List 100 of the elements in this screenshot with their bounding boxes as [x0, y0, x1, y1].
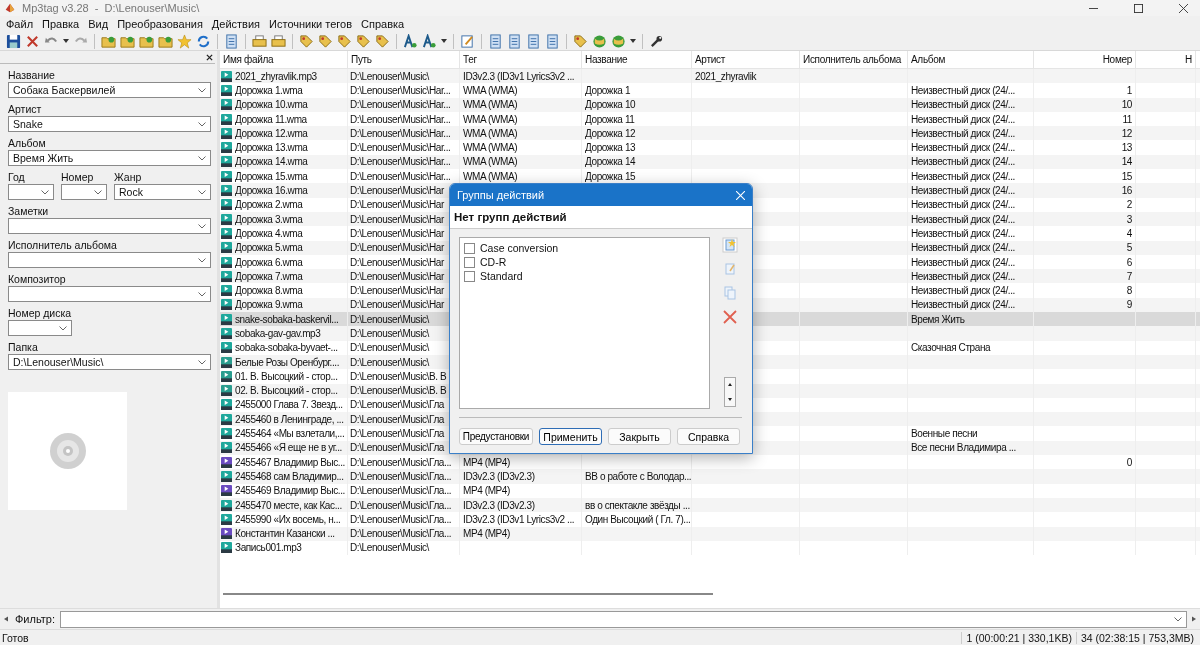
table-cell: Сказочная Страна — [911, 342, 991, 354]
table-cell: Неизвестный диск (24/... — [911, 99, 1015, 111]
table-cell: 12 — [1121, 127, 1132, 139]
table-cell: sobaka-sobaka-byvaet-... — [235, 342, 338, 354]
table-cell: MP4 (MP4) — [463, 456, 510, 468]
field-label: Жанр — [114, 171, 143, 184]
table-cell: 01. В. Высоцкий - стор... — [235, 370, 338, 382]
table-cell: Неизвестный диск (24/... — [911, 113, 1015, 125]
selection-info: 1 (00:00:21 | 330,1KB) — [961, 631, 1076, 644]
table-cell: snake-sobaka-baskervil... — [235, 313, 339, 325]
field-label: Исполнитель альбома — [8, 239, 118, 252]
table-cell: Дорожка 10.wma — [235, 99, 308, 111]
table-cell: 4 — [1126, 227, 1132, 239]
window-title: Mp3tag v3.28 - D:\Lenouser\Music\ — [22, 2, 200, 14]
table-cell: 2455470 месте, как Кас... — [235, 499, 342, 511]
table-cell: Дорожка 1.wma — [235, 84, 303, 96]
table-cell: Неизвестный диск (24/... — [911, 84, 1015, 96]
table-cell: Неизвестный диск (24/... — [911, 199, 1015, 211]
table-cell: MP4 (MP4) — [463, 485, 510, 497]
table-cell: 10 — [1121, 99, 1132, 111]
table-cell: Неизвестный диск (24/... — [911, 256, 1015, 268]
total-info: 34 (02:38:15 | 753,3MB) — [1075, 631, 1198, 644]
table-cell: 15 — [1121, 170, 1132, 182]
table-cell: D:\Lenouser\Music\Гла — [350, 442, 444, 454]
field-label: Папка — [8, 341, 39, 354]
table-cell: 02. В. Высоцкий - стор... — [235, 385, 338, 397]
table-cell: D:\Lenouser\Music\Har — [350, 199, 444, 211]
table-cell: D:\Lenouser\Music\ — [350, 313, 429, 325]
table-cell: 6 — [1126, 256, 1132, 268]
field-label: Заметки — [8, 205, 50, 218]
table-cell: WMA (WMA) — [463, 127, 518, 139]
table-cell: ВВ о работе с Володар... — [585, 470, 691, 482]
table-cell: 2455990 «Их восемь, н... — [235, 513, 341, 525]
field-label: Композитор — [8, 273, 67, 286]
table-cell: 2455467 Владимир Выс... — [235, 456, 345, 468]
table-cell: Неизвестный диск (24/... — [911, 299, 1015, 311]
table-cell: 2 — [1126, 199, 1132, 211]
table-cell: Дорожка 14.wma — [235, 156, 308, 168]
table-cell: D:\Lenouser\Music\ — [350, 542, 429, 554]
table-cell: 8 — [1126, 285, 1132, 297]
table-cell: 13 — [1121, 142, 1132, 154]
table-cell: D:\Lenouser\Music\Har... — [350, 84, 451, 96]
table-cell: Дорожка 11 — [585, 113, 635, 125]
table-cell: D:\Lenouser\Music\Har — [350, 213, 444, 225]
table-cell: Неизвестный диск (24/... — [911, 127, 1015, 139]
table-cell: D:\Lenouser\Music\ — [350, 356, 429, 368]
table-cell: Дорожка 12.wma — [235, 127, 308, 139]
table-cell: D:\Lenouser\Music\Har... — [350, 113, 451, 125]
table-cell: Дорожка 9.wma — [235, 299, 303, 311]
table-cell: D:\Lenouser\Music\Гла... — [350, 499, 452, 511]
table-cell: Неизвестный диск (24/... — [911, 285, 1015, 297]
table-cell: Константин Казански ... — [235, 528, 335, 540]
table-cell: 7 — [1126, 270, 1132, 282]
table-cell: sobaka-gav-gav.mp3 — [235, 328, 321, 339]
table-cell: Белые Розы Оренбург.... — [235, 356, 340, 368]
table-cell: Военные песни — [911, 428, 978, 440]
table-cell: ID3v2.3 (ID3v2.3) — [463, 470, 535, 482]
table-cell: 2455464 «Мы взлетали,... — [235, 428, 345, 440]
table-cell: Неизвестный диск (24/... — [911, 242, 1015, 254]
table-cell: D:\Lenouser\Music\Har — [350, 256, 444, 268]
table-cell: D:\Lenouser\Music\Har — [350, 227, 444, 239]
table-cell: Дорожка 2.wma — [235, 199, 303, 211]
table-cell: Дорожка 1 — [585, 84, 631, 96]
table-cell: D:\Lenouser\Music\Har — [350, 185, 444, 196]
table-cell: 2455466 «Я еще не в уг... — [235, 442, 342, 454]
table-cell: Неизвестный диск (24/... — [911, 270, 1015, 282]
table-cell: 9 — [1126, 299, 1132, 311]
table-cell: Все песни Владимира ... — [911, 442, 1016, 454]
table-cell: D:\Lenouser\Music\ — [350, 70, 429, 82]
table-cell: Дорожка 11.wma — [235, 113, 307, 125]
table-cell: Время Жить — [911, 313, 965, 325]
table-cell: 2455468 сам Владимир... — [235, 470, 344, 482]
table-cell: ID3v2.3 (ID3v2.3) — [463, 499, 535, 511]
table-cell: D:\Lenouser\Music\Har... — [350, 156, 451, 168]
table-cell: Дорожка 7.wma — [235, 270, 303, 282]
table-cell: Дорожка 6.wma — [235, 256, 303, 268]
table-cell: Дорожка 13 — [585, 142, 636, 154]
table-cell: Дорожка 15.wma — [235, 170, 308, 182]
field-label: Номер — [61, 171, 95, 184]
table-cell: D:\Lenouser\Music\Гла — [350, 413, 444, 425]
table-cell: D:\Lenouser\Music\Har... — [350, 127, 451, 139]
table-cell: вв о спектакле звёзды ... — [585, 499, 690, 511]
table-cell: Неизвестный диск (24/... — [911, 142, 1015, 154]
table-cell: Дорожка 10 — [585, 99, 636, 111]
table-cell: 2455469 Владимир Выс... — [235, 485, 345, 497]
table-cell: D:\Lenouser\Music\Гла — [350, 428, 444, 440]
table-cell: D:\Lenouser\Music\Har... — [350, 99, 451, 111]
table-cell: 3 — [1126, 213, 1132, 225]
table-cell: D:\Lenouser\Music\Гла... — [350, 513, 452, 525]
field-label: Название — [8, 69, 56, 82]
table-cell: D:\Lenouser\Music\Har... — [350, 142, 451, 154]
table-cell: 14 — [1121, 156, 1132, 168]
field-label: Номер диска — [8, 307, 72, 320]
table-cell: WMA (WMA) — [463, 84, 518, 96]
table-cell: Дорожка 13.wma — [235, 142, 308, 154]
table-cell: 2455460 в Ленинграде, ... — [235, 413, 344, 425]
table-cell: D:\Lenouser\Music\Гла... — [350, 485, 452, 497]
table-cell: Дорожка 3.wma — [235, 213, 303, 225]
table-cell: MP4 (MP4) — [463, 528, 510, 540]
table-cell: Неизвестный диск (24/... — [911, 185, 1015, 196]
